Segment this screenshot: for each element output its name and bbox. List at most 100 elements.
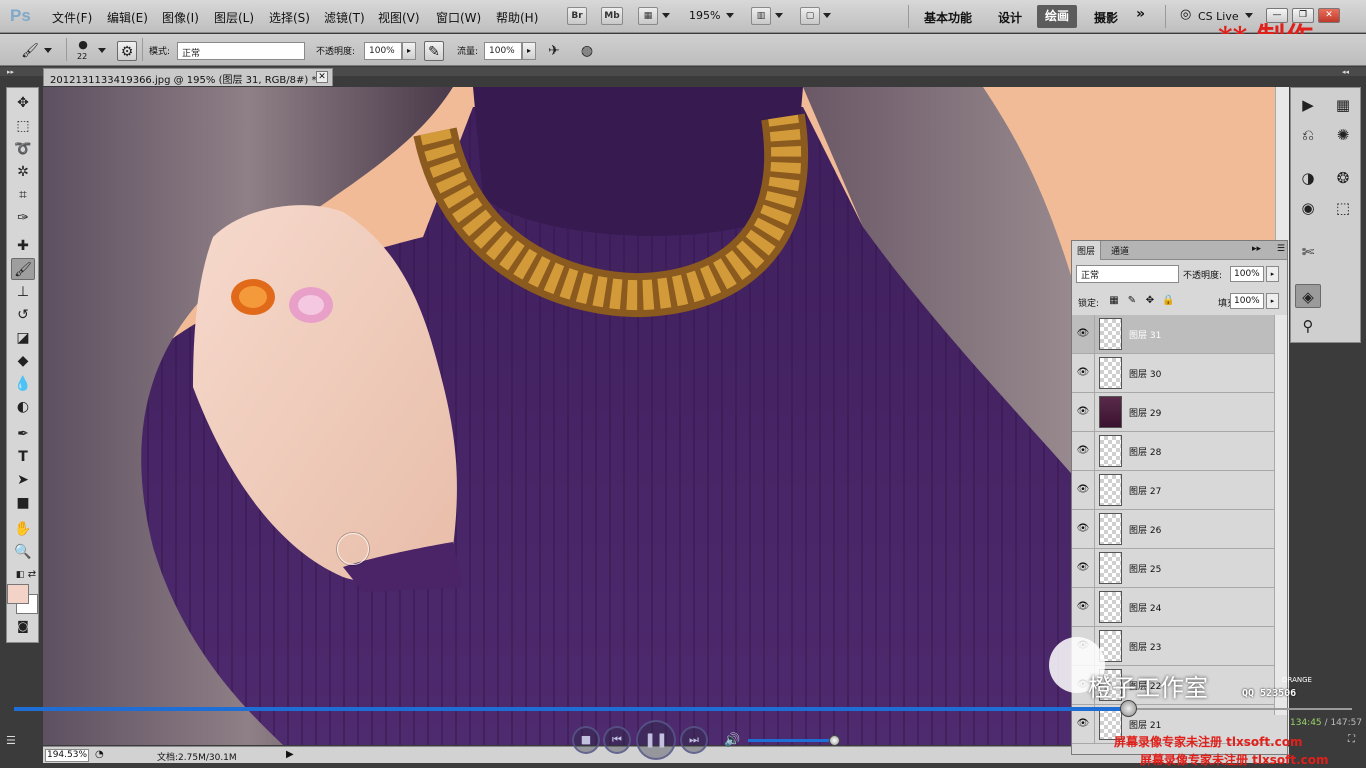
type-tool-icon[interactable]: T	[11, 446, 35, 468]
playback-progress-handle[interactable]	[1120, 700, 1137, 717]
layer-name[interactable]: 图层 28	[1129, 445, 1161, 458]
menu-layer[interactable]: 图层(L)	[214, 9, 254, 26]
history-brush-tool-icon[interactable]: ↺	[11, 304, 35, 326]
layer-row[interactable]: 👁 图层 29	[1072, 393, 1274, 432]
visibility-eye-icon[interactable]: 👁	[1076, 366, 1090, 380]
crop-tool-icon[interactable]: ⌗	[11, 184, 35, 206]
fill-slider-button[interactable]: ▸	[1266, 293, 1279, 309]
layer-opacity-slider-button[interactable]: ▸	[1266, 266, 1279, 282]
volume-icon[interactable]: 🔊	[724, 733, 740, 748]
layer-name[interactable]: 图层 29	[1129, 406, 1161, 419]
lasso-tool-icon[interactable]: ➰	[11, 138, 35, 160]
hand-tool-icon[interactable]: ✋	[11, 518, 35, 540]
playback-progress-remaining[interactable]	[1128, 708, 1352, 710]
toolbox-collapse-icon[interactable]: ▸▸	[7, 68, 14, 76]
visibility-eye-icon[interactable]: 👁	[1076, 327, 1090, 341]
bridge-button[interactable]: Br	[567, 7, 587, 25]
volume-slider[interactable]	[748, 739, 838, 742]
fill-input[interactable]: 100%	[1230, 293, 1264, 309]
quick-selection-tool-icon[interactable]: ✲	[11, 161, 35, 183]
next-button[interactable]: ⏭	[680, 726, 708, 754]
more-workspaces-icon[interactable]: »	[1136, 6, 1145, 22]
layer-thumbnail[interactable]	[1099, 357, 1122, 389]
workspace-painting[interactable]: 绘画	[1037, 5, 1077, 28]
workspace-photography[interactable]: 摄影	[1094, 9, 1118, 26]
flow-slider-button[interactable]: ▸	[522, 42, 536, 60]
opacity-input[interactable]: 100%	[364, 42, 402, 60]
panel-collapse-icon[interactable]: ▸▸	[1252, 244, 1261, 254]
eraser-tool-icon[interactable]: ◪	[11, 327, 35, 349]
brush-picker-arrow-icon[interactable]	[98, 48, 106, 53]
layer-thumbnail[interactable]	[1099, 552, 1122, 584]
brush-tool-icon[interactable]: 🖌	[11, 258, 35, 280]
swap-colors-icon[interactable]: ⇄	[20, 564, 44, 586]
rectangle-tool-icon[interactable]: ■	[11, 492, 35, 514]
layer-row[interactable]: 👁 图层 30	[1072, 354, 1274, 393]
screen-mode-button[interactable]: ▢	[800, 7, 820, 25]
swatches-panel-icon[interactable]: ▦	[1330, 93, 1356, 117]
history-panel-icon[interactable]: ⎌	[1295, 123, 1321, 147]
dock-collapse-icon[interactable]: ◂◂	[1342, 68, 1349, 76]
previous-button[interactable]: ⏮	[603, 726, 631, 754]
quick-mask-icon[interactable]: ◙	[11, 615, 35, 637]
player-menu-icon[interactable]: ☰	[6, 734, 16, 747]
brush-presets-panel-icon[interactable]: ✄	[1295, 240, 1321, 264]
opacity-slider-button[interactable]: ▸	[402, 42, 416, 60]
tab-channels[interactable]: 通道	[1106, 241, 1134, 260]
masks-panel-icon[interactable]: ◉	[1295, 196, 1321, 220]
lock-transparency-icon[interactable]: ▦	[1108, 295, 1120, 307]
layer-name[interactable]: 图层 30	[1129, 367, 1161, 380]
cs-live-icon[interactable]: ◎	[1180, 7, 1191, 22]
menu-help[interactable]: 帮助(H)	[496, 9, 538, 26]
layer-row[interactable]: 👁 图层 24	[1072, 588, 1274, 627]
layer-name[interactable]: 图层 27	[1129, 484, 1161, 497]
brush-panel-toggle-icon[interactable]: ⚙	[117, 41, 137, 61]
layer-row[interactable]: 👁 图层 27	[1072, 471, 1274, 510]
visibility-eye-icon[interactable]: 👁	[1076, 405, 1090, 419]
zoom-level[interactable]: 195%	[689, 9, 720, 22]
actions-panel-icon[interactable]: ▶	[1295, 93, 1321, 117]
adjustments-panel-icon[interactable]: ◑	[1295, 166, 1321, 190]
visibility-eye-icon[interactable]: 👁	[1076, 522, 1090, 536]
layer-name[interactable]: 图层 25	[1129, 562, 1161, 575]
menu-window[interactable]: 窗口(W)	[436, 9, 481, 26]
stop-button[interactable]: ■	[572, 726, 600, 754]
marquee-tool-icon[interactable]: ⬚	[11, 115, 35, 137]
transform-panel-icon[interactable]: ⬚	[1330, 196, 1356, 220]
navigator-panel-icon[interactable]: ✺	[1330, 123, 1356, 147]
document-tab[interactable]: 2012131133419366.jpg @ 195% (图层 31, RGB/…	[43, 68, 333, 86]
close-button[interactable]: ✕	[1318, 8, 1340, 23]
menu-view[interactable]: 视图(V)	[378, 9, 420, 26]
path-selection-tool-icon[interactable]: ➤	[11, 469, 35, 491]
blur-tool-icon[interactable]: 💧	[11, 373, 35, 395]
volume-handle[interactable]	[829, 735, 840, 746]
tool-preset-arrow-icon[interactable]	[44, 48, 52, 53]
layer-thumbnail[interactable]	[1099, 474, 1122, 506]
mini-bridge-button[interactable]: Mb	[601, 7, 623, 25]
paint-bucket-tool-icon[interactable]: ◆	[11, 350, 35, 372]
zoom-readout[interactable]: 194.53%	[45, 749, 89, 762]
layer-name[interactable]: 图层 26	[1129, 523, 1161, 536]
menu-file[interactable]: 文件(F)	[52, 9, 92, 26]
layer-blend-mode-select[interactable]: 正常	[1076, 265, 1179, 283]
arrange-documents-button[interactable]: ▥	[751, 7, 771, 25]
layer-name[interactable]: 图层 31	[1129, 328, 1161, 341]
fullscreen-icon[interactable]: ⛶	[1348, 734, 1355, 745]
view-extras-arrow-icon[interactable]	[662, 13, 670, 18]
tab-layers[interactable]: 图层	[1072, 241, 1102, 260]
lock-position-icon[interactable]: ✥	[1144, 295, 1156, 307]
menu-select[interactable]: 选择(S)	[269, 9, 310, 26]
tablet-size-pressure-icon[interactable]: ◍	[577, 41, 597, 61]
visibility-eye-icon[interactable]: 👁	[1076, 561, 1090, 575]
layer-row[interactable]: 👁 图层 31	[1072, 315, 1274, 354]
layer-list-scrollbar[interactable]	[1274, 315, 1287, 715]
eyedropper-tool-icon[interactable]: ✑	[11, 207, 35, 229]
layer-thumbnail[interactable]	[1099, 318, 1122, 350]
pen-tool-icon[interactable]: ✒	[11, 423, 35, 445]
clone-stamp-tool-icon[interactable]: ⊥	[11, 281, 35, 303]
healing-brush-tool-icon[interactable]: ✚	[11, 235, 35, 257]
playback-progress-bar[interactable]	[14, 707, 1128, 711]
layer-opacity-input[interactable]: 100%	[1230, 266, 1264, 282]
layer-thumbnail[interactable]	[1099, 591, 1122, 623]
airbrush-icon[interactable]: ✈	[544, 41, 564, 61]
